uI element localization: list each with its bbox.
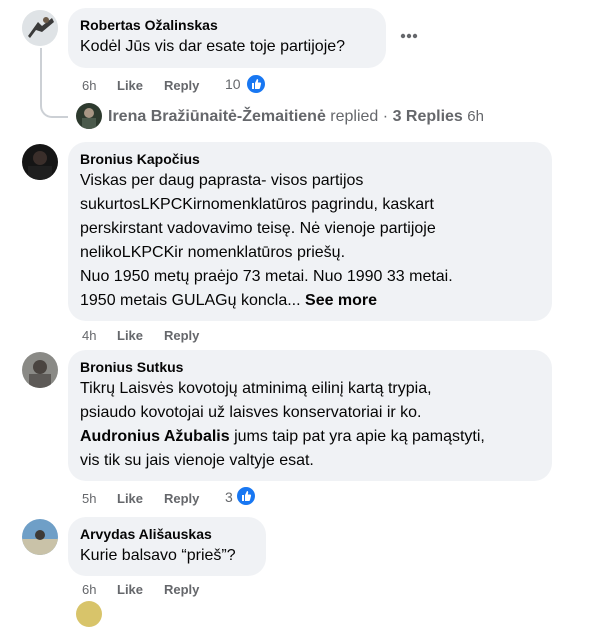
comment-bubble: Bronius Kapočius Viskas per daug paprast…: [68, 142, 552, 321]
reply-button[interactable]: Reply: [164, 77, 199, 94]
comment-author[interactable]: Robertas Ožalinskas: [80, 16, 374, 35]
comment-line: Nuo 1950 metų praėjo 73 metai. Nuo 1990 …: [80, 268, 453, 285]
comment-line: 1950 metais GULAGų koncla...: [80, 292, 301, 309]
replies-count: 3 Replies: [392, 108, 463, 125]
comment-line: sukurtosLKPCKirnomenklatūros pagrindu, k…: [80, 196, 434, 213]
replies-time: 6h: [467, 108, 484, 125]
comment-time[interactable]: 4h: [82, 327, 96, 344]
reply-button[interactable]: Reply: [164, 327, 199, 344]
comment-line: nelikoLKPCKir nomenklatūros priešų.: [80, 244, 346, 261]
separator: ·: [382, 108, 389, 125]
mention-link[interactable]: Audronius Ažubalis: [80, 428, 230, 445]
comment-line: jums taip pat yra apie ką pamąstyti,: [229, 428, 485, 445]
avatar[interactable]: [22, 519, 58, 555]
like-button[interactable]: Like: [117, 490, 143, 507]
see-more-button[interactable]: See more: [305, 292, 377, 309]
comment-mention-line: Audronius Ažubalis jums taip pat yra api…: [80, 425, 540, 449]
comment-line: vis tik su jais vienoje valtyje esat.: [80, 452, 314, 469]
comment-text: Kodėl Jūs vis dar esate toje partijoje?: [80, 38, 346, 55]
reply-button[interactable]: Reply: [164, 490, 199, 507]
like-button[interactable]: Like: [117, 581, 143, 598]
avatar[interactable]: [22, 144, 58, 180]
comment-text: Kurie balsavo “prieš”?: [80, 547, 236, 564]
comment-line: psiaudo kovotojai už laisves konservator…: [80, 404, 422, 421]
comment-bubble: Robertas Ožalinskas Kodėl Jūs vis dar es…: [68, 8, 386, 68]
more-horizontal-icon[interactable]: [400, 22, 418, 45]
comment-line: Tikrų Laisvės kovotojų atminimą eilinį k…: [80, 380, 432, 397]
reaction-count[interactable]: 3: [225, 489, 233, 505]
view-replies-link[interactable]: Irena Bražiūnaitė-Žemaitienė replied · 3…: [108, 107, 484, 127]
avatar[interactable]: [76, 103, 102, 129]
like-button[interactable]: Like: [117, 327, 143, 344]
thread-line-curve: [40, 104, 68, 118]
replied-label: replied: [330, 108, 379, 125]
replier-name: Irena Bražiūnaitė-Žemaitienė: [108, 108, 326, 125]
comment-author[interactable]: Bronius Sutkus: [80, 358, 540, 377]
comment-time[interactable]: 6h: [82, 77, 96, 94]
comment-time[interactable]: 6h: [82, 581, 96, 598]
reaction-count[interactable]: 10: [225, 76, 241, 92]
avatar[interactable]: [22, 352, 58, 388]
comment-actions: 6h Like Reply: [82, 581, 282, 601]
like-reaction-icon: [245, 73, 267, 95]
comment-line: Viskas per daug paprasta- visos partijos: [80, 172, 364, 189]
comment-bubble: Arvydas Ališauskas Kurie balsavo “prieš”…: [68, 517, 266, 576]
like-reaction-icon: [235, 485, 257, 507]
comment-author[interactable]: Arvydas Ališauskas: [80, 525, 254, 544]
avatar[interactable]: [22, 10, 58, 46]
avatar[interactable]: [76, 601, 102, 627]
like-button[interactable]: Like: [117, 77, 143, 94]
comment-author[interactable]: Bronius Kapočius: [80, 150, 540, 169]
thread-line: [40, 48, 42, 106]
comment-bubble: Bronius Sutkus Tikrų Laisvės kovotojų at…: [68, 350, 552, 481]
comment-line: perskirstant vadovavimo teisę. Nė vienoj…: [80, 220, 436, 237]
comment-last-line: 1950 metais GULAGų koncla... See more: [80, 289, 540, 313]
comment-actions: 4h Like Reply: [82, 327, 282, 347]
comment-time[interactable]: 5h: [82, 490, 96, 507]
reply-button[interactable]: Reply: [164, 581, 199, 598]
